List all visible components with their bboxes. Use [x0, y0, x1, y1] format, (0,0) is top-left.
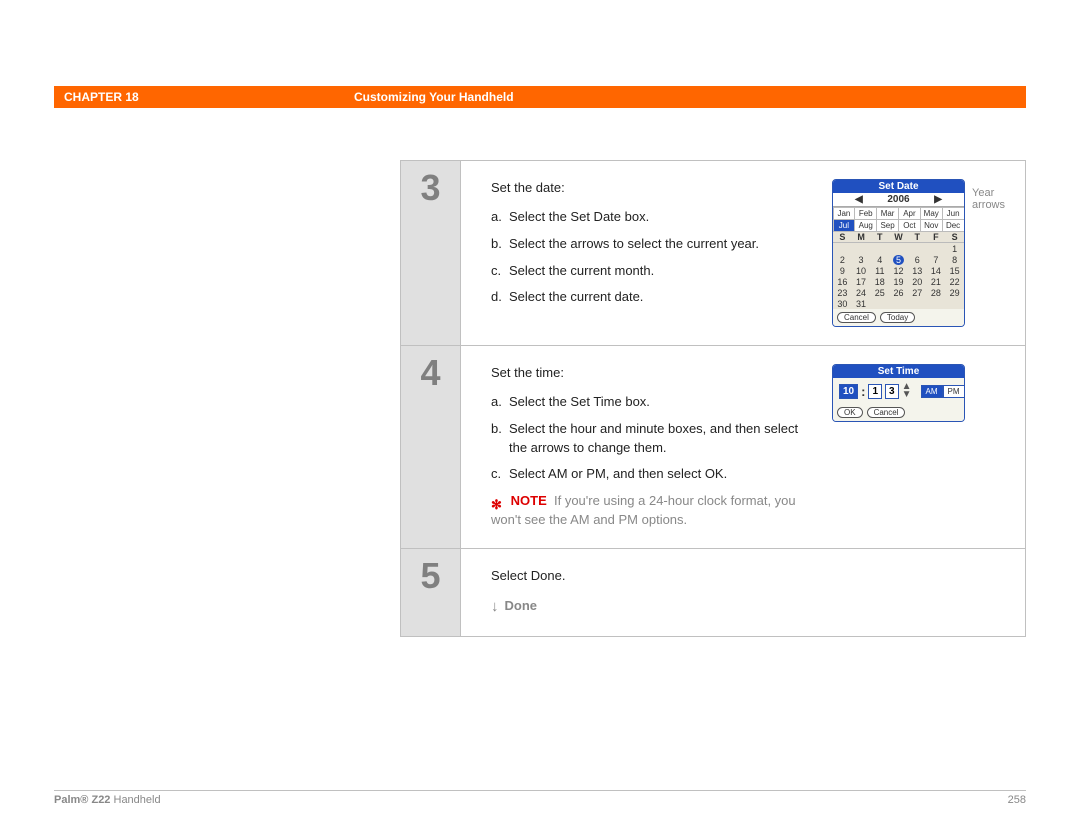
ok-button[interactable]: OK [837, 407, 863, 418]
day-cell[interactable]: 29 [945, 287, 964, 298]
note-icon: ✻ [491, 496, 505, 508]
day-cell[interactable]: 6 [908, 254, 927, 265]
day-cell [833, 243, 852, 254]
day-cell[interactable]: 11 [870, 265, 889, 276]
day-cell [927, 298, 946, 309]
day-cell [889, 243, 908, 254]
chapter-header: CHAPTER 18 Customizing Your Handheld [54, 86, 1026, 108]
day-cell[interactable]: 24 [852, 287, 871, 298]
step-number: 4 [401, 346, 461, 548]
year-arrows-annotation: Year arrows [972, 187, 1012, 211]
day-cell[interactable]: 1 [945, 243, 964, 254]
note-label: NOTE [511, 493, 547, 508]
page-footer: Palm® Z22 Handheld 258 [54, 790, 1026, 808]
cancel-button[interactable]: Cancel [867, 407, 906, 418]
today-button[interactable]: Today [880, 312, 915, 323]
day-cell[interactable]: 4 [870, 254, 889, 265]
year-value: 2006 [887, 194, 909, 205]
step-4: 4 Set the time: a.Select the Set Time bo… [400, 346, 1026, 549]
day-cell[interactable]: 9 [833, 265, 852, 276]
chapter-label: CHAPTER 18 [54, 90, 354, 104]
day-cell[interactable]: 2 [833, 254, 852, 265]
dow-row: SMTWTFS [833, 231, 964, 243]
day-cell[interactable]: 14 [927, 265, 946, 276]
day-cell [870, 298, 889, 309]
day-cell[interactable]: 28 [927, 287, 946, 298]
days-grid[interactable]: 1234567891011121314151617181920212223242… [833, 243, 964, 309]
day-cell[interactable]: 8 [945, 254, 964, 265]
month-cell[interactable]: Sep [876, 219, 899, 232]
month-cell[interactable]: Nov [920, 219, 943, 232]
set-date-dialog: Set Date ◀ 2006 ▶ JanFebMarAprMayJunJulA… [832, 179, 965, 327]
day-cell [908, 243, 927, 254]
year-right-arrow-icon[interactable]: ▶ [934, 194, 942, 205]
chapter-title: Customizing Your Handheld [354, 90, 514, 104]
done-indicator: ↓ Done [491, 596, 1007, 618]
day-cell[interactable]: 30 [833, 298, 852, 309]
day-cell[interactable]: 7 [927, 254, 946, 265]
day-cell [908, 298, 927, 309]
day-cell[interactable]: 31 [852, 298, 871, 309]
day-cell[interactable]: 25 [870, 287, 889, 298]
pm-button[interactable]: PM [943, 385, 965, 398]
day-cell[interactable]: 17 [852, 276, 871, 287]
month-cell[interactable]: Jul [833, 219, 856, 232]
footer-left: Palm® Z22 Handheld [54, 794, 161, 808]
day-cell[interactable]: 22 [945, 276, 964, 287]
page-number: 258 [1008, 794, 1026, 808]
year-left-arrow-icon[interactable]: ◀ [855, 194, 863, 205]
minute-ones-box[interactable]: 3 [885, 384, 899, 399]
set-date-title: Set Date [833, 180, 964, 193]
day-cell [945, 298, 964, 309]
done-label: Done [505, 597, 538, 616]
steps-table: 3 Set the date: a.Select the Set Date bo… [400, 160, 1026, 637]
step-5: 5 Select Done. ↓ Done [400, 549, 1026, 637]
day-cell [927, 243, 946, 254]
day-cell[interactable]: 10 [852, 265, 871, 276]
day-cell[interactable]: 16 [833, 276, 852, 287]
month-cell[interactable]: Aug [854, 219, 877, 232]
hour-box[interactable]: 10 [839, 384, 858, 399]
step-intro: Set the date: [491, 179, 816, 198]
set-time-dialog: Set Time 10 : 1 3 ▲▼ AM PM OK [832, 364, 965, 422]
am-button[interactable]: AM [921, 385, 943, 398]
day-cell[interactable]: 12 [889, 265, 908, 276]
spinner-icon[interactable]: ▲▼ [902, 383, 912, 399]
minute-tens-box[interactable]: 1 [868, 384, 882, 399]
step-number: 5 [401, 549, 461, 636]
day-cell[interactable]: 26 [889, 287, 908, 298]
day-cell[interactable]: 20 [908, 276, 927, 287]
note: ✻ NOTE If you're using a 24-hour clock f… [491, 492, 816, 530]
year-selector: ◀ 2006 ▶ [833, 193, 964, 207]
set-time-title: Set Time [833, 365, 964, 378]
step-intro: Set the time: [491, 364, 816, 383]
day-cell[interactable]: 18 [870, 276, 889, 287]
down-arrow-icon: ↓ [491, 596, 499, 618]
day-cell[interactable]: 13 [908, 265, 927, 276]
day-cell[interactable]: 15 [945, 265, 964, 276]
day-cell[interactable]: 23 [833, 287, 852, 298]
step-text: Set the date: a.Select the Set Date box.… [491, 179, 816, 327]
step-text: Set the time: a.Select the Set Time box.… [491, 364, 816, 530]
day-cell[interactable]: 19 [889, 276, 908, 287]
day-cell[interactable]: 3 [852, 254, 871, 265]
step-text: Select Done. ↓ Done [491, 567, 1007, 618]
month-cell[interactable]: Oct [898, 219, 921, 232]
day-cell [870, 243, 889, 254]
step-number: 3 [401, 161, 461, 345]
step-intro: Select Done. [491, 567, 1007, 586]
cancel-button[interactable]: Cancel [837, 312, 876, 323]
month-cell[interactable]: Dec [942, 219, 965, 232]
set-date-figure: Year arrows Set Date ◀ 2006 ▶ JanFebMarA… [832, 179, 1007, 327]
month-grid[interactable]: JanFebMarAprMayJunJulAugSepOctNovDec [833, 207, 964, 231]
day-cell[interactable]: 27 [908, 287, 927, 298]
day-cell[interactable]: 21 [927, 276, 946, 287]
set-time-figure: Set Time 10 : 1 3 ▲▼ AM PM OK [832, 364, 1007, 530]
step-3: 3 Set the date: a.Select the Set Date bo… [400, 160, 1026, 346]
day-cell [852, 243, 871, 254]
day-cell [889, 298, 908, 309]
day-cell[interactable]: 5 [889, 254, 908, 265]
